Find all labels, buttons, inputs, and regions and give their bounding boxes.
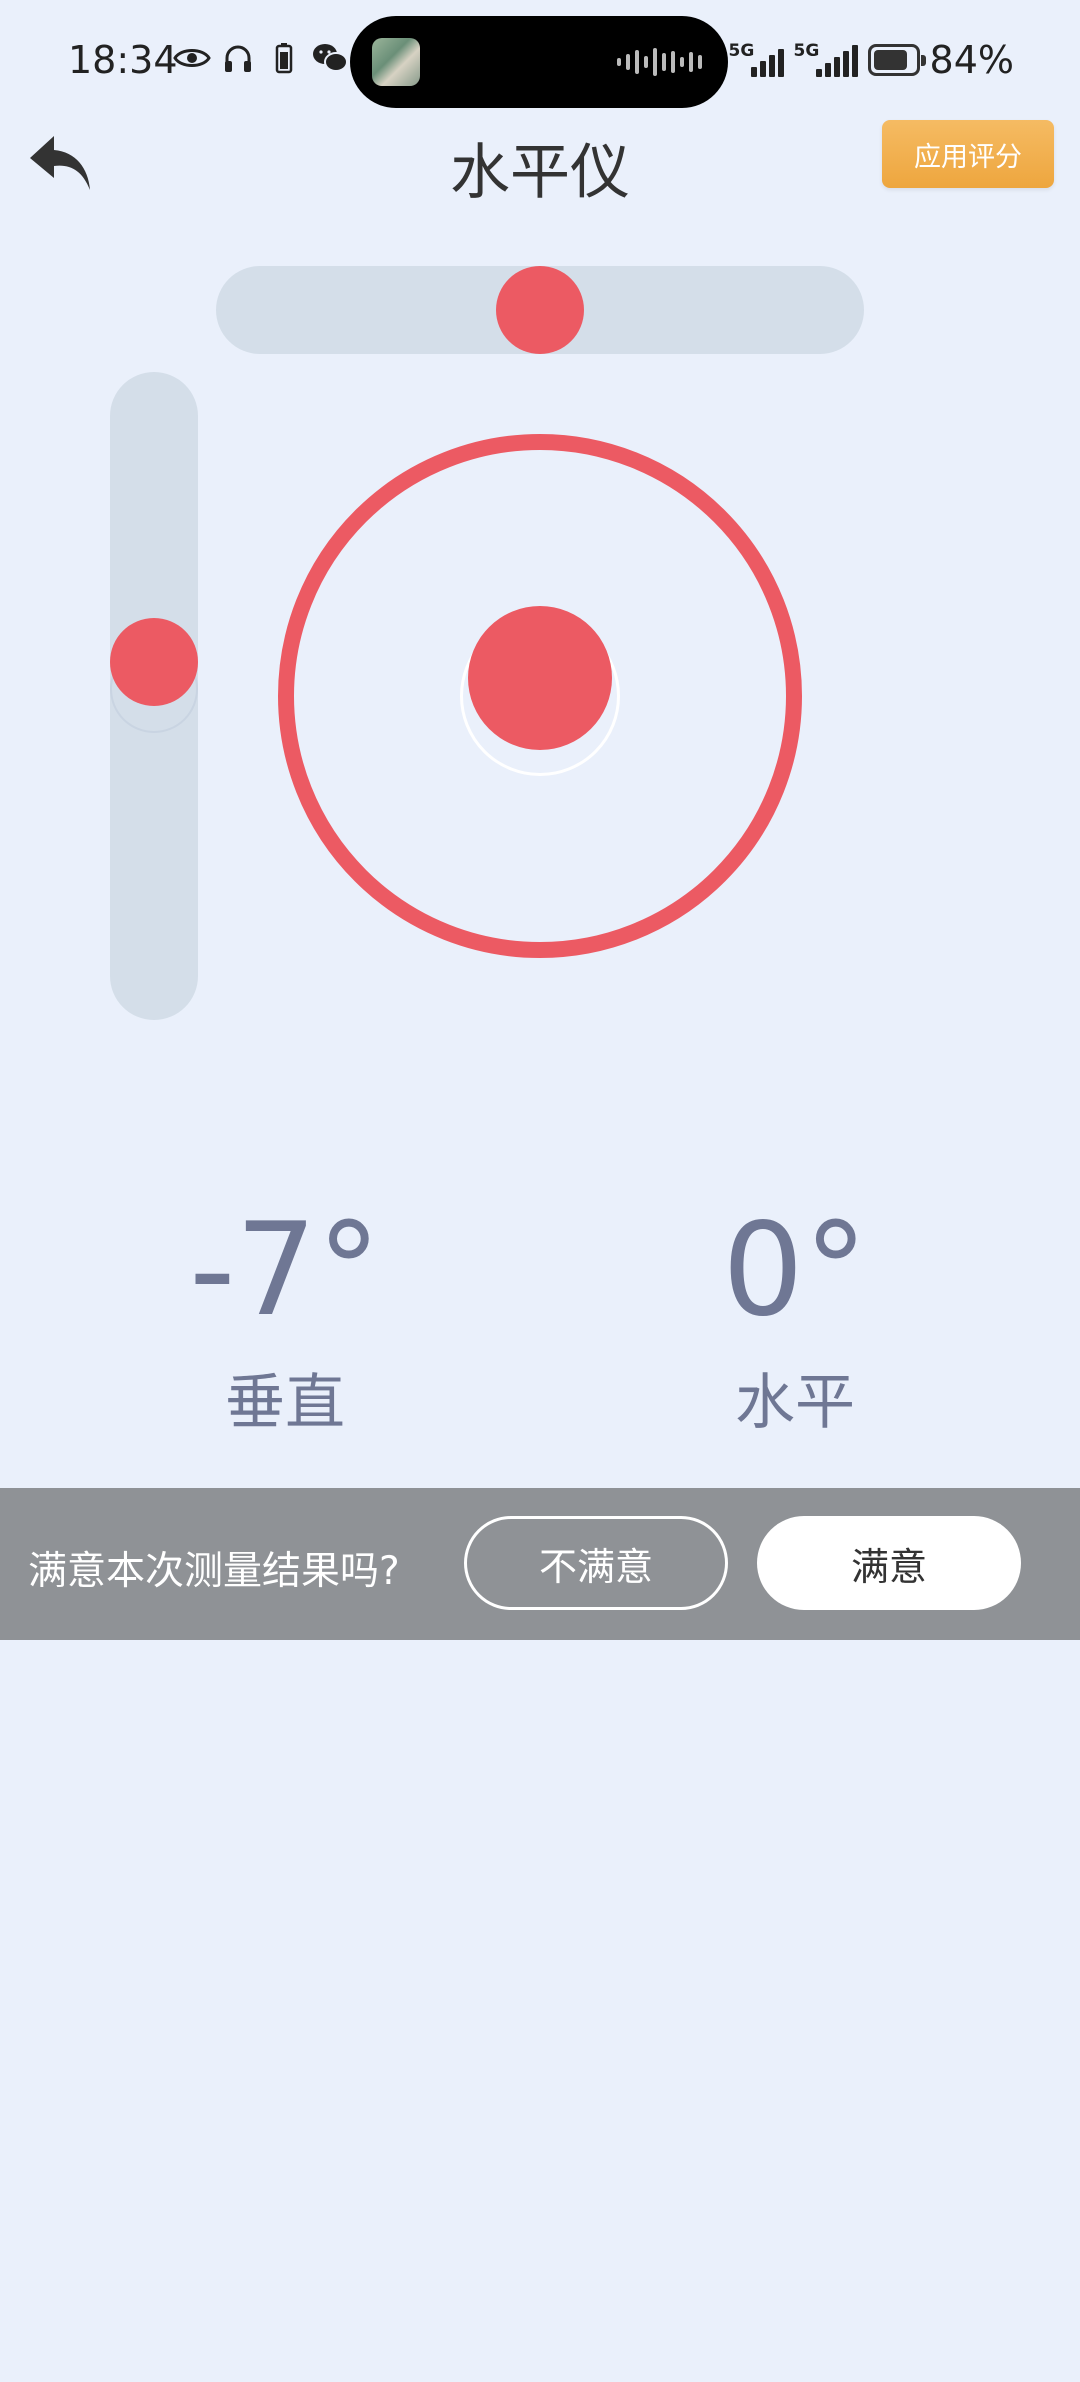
headphones-icon — [218, 38, 258, 78]
rate-app-button[interactable]: 应用评分 — [882, 120, 1054, 188]
eye-icon — [172, 38, 212, 78]
wechat-icon — [310, 38, 350, 78]
signal-5g-icon-1: 5G — [729, 41, 784, 77]
horizontal-level-bubble — [496, 266, 584, 354]
media-thumbnail — [372, 38, 420, 86]
battery-percentage: 84% — [929, 38, 1014, 82]
feedback-question: 满意本次测量结果吗? — [28, 1549, 400, 1594]
dynamic-island[interactable] — [350, 16, 728, 108]
signal-5g-icon-2: 5G — [794, 41, 858, 77]
satisfied-button[interactable]: 满意 — [757, 1516, 1021, 1610]
feedback-bar: 满意本次测量结果吗? 不满意 满意 — [0, 1488, 1080, 1640]
dissatisfied-button[interactable]: 不满意 — [464, 1516, 728, 1610]
status-icons-left — [172, 38, 350, 78]
vertical-angle-label: 垂直 — [225, 1368, 345, 1438]
horizontal-angle-label: 水平 — [735, 1368, 855, 1438]
audio-wave-icon — [617, 46, 702, 78]
vertical-angle-value: -7° — [189, 1196, 381, 1345]
status-time: 18:34 — [68, 38, 178, 82]
bullseye-bubble — [468, 605, 612, 750]
vertical-level-bubble — [110, 618, 198, 707]
horizontal-angle-value: 0° — [722, 1196, 868, 1345]
status-icons-right: 5G 5G 84% — [729, 38, 1014, 82]
battery-small-icon — [264, 38, 304, 78]
battery-icon — [867, 44, 926, 76]
